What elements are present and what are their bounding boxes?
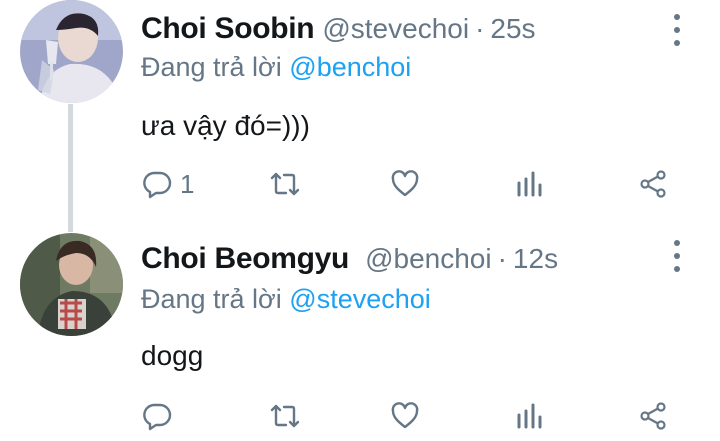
like-button[interactable] <box>390 164 420 204</box>
retweet-button[interactable] <box>270 396 300 436</box>
avatar[interactable] <box>20 233 123 336</box>
timestamp[interactable]: 25s <box>490 13 535 44</box>
reply-button[interactable] <box>142 396 180 436</box>
analytics-icon <box>517 403 542 429</box>
analytics-button[interactable] <box>515 164 545 204</box>
replying-to-line: Đang trả lời @stevechoi <box>141 284 431 315</box>
tweet-header: Choi Beomgyu @benchoi · 12s <box>141 242 558 276</box>
retweet-icon <box>270 404 300 428</box>
tweet-item[interactable]: Choi Beomgyu @benchoi · 12s Đang trả lời @s… <box>0 222 720 441</box>
reply-button[interactable]: 1 <box>142 164 194 204</box>
tweet-actions: 1 <box>0 164 720 204</box>
like-button[interactable] <box>390 396 420 436</box>
separator-dot: · <box>475 13 485 44</box>
heart-icon <box>391 170 419 197</box>
username[interactable]: @stevechoi <box>322 13 469 44</box>
tweet-actions <box>0 396 720 436</box>
replying-prefix: Đang trả lời <box>141 52 282 82</box>
tweet-text: ưa vậy đó=))) <box>141 110 310 141</box>
tweet-thread: Choi Soobin @stevechoi · 25s Đang trả lời @… <box>0 0 720 441</box>
more-vertical-icon[interactable] <box>667 10 687 50</box>
replying-prefix: Đang trả lời <box>141 284 282 314</box>
more-vertical-icon[interactable] <box>667 236 687 276</box>
reply-icon <box>143 403 172 431</box>
display-name[interactable]: Choi Beomgyu <box>141 242 349 275</box>
retweet-icon <box>270 172 300 196</box>
tweet-text: dogg <box>141 340 204 371</box>
share-icon <box>640 402 666 430</box>
mention-link[interactable]: @benchoi <box>289 52 411 82</box>
reply-icon <box>143 171 172 199</box>
mention-link[interactable]: @stevechoi <box>289 284 430 314</box>
username[interactable]: @benchoi <box>365 243 492 274</box>
tweet-header: Choi Soobin @stevechoi · 25s <box>141 12 536 46</box>
retweet-button[interactable] <box>270 164 300 204</box>
share-button[interactable] <box>638 164 668 204</box>
analytics-icon <box>517 171 542 197</box>
timestamp[interactable]: 12s <box>513 243 558 274</box>
replying-to-line: Đang trả lời @benchoi <box>141 52 411 83</box>
share-button[interactable] <box>638 396 668 436</box>
analytics-button[interactable] <box>515 396 545 436</box>
display-name[interactable]: Choi Soobin <box>141 12 315 45</box>
separator-dot: · <box>497 243 507 274</box>
avatar[interactable] <box>20 0 123 103</box>
heart-icon <box>391 402 419 429</box>
share-icon <box>640 170 666 198</box>
reply-count: 1 <box>180 168 195 199</box>
tweet-item[interactable]: Choi Soobin @stevechoi · 25s Đang trả lời @… <box>0 0 720 222</box>
